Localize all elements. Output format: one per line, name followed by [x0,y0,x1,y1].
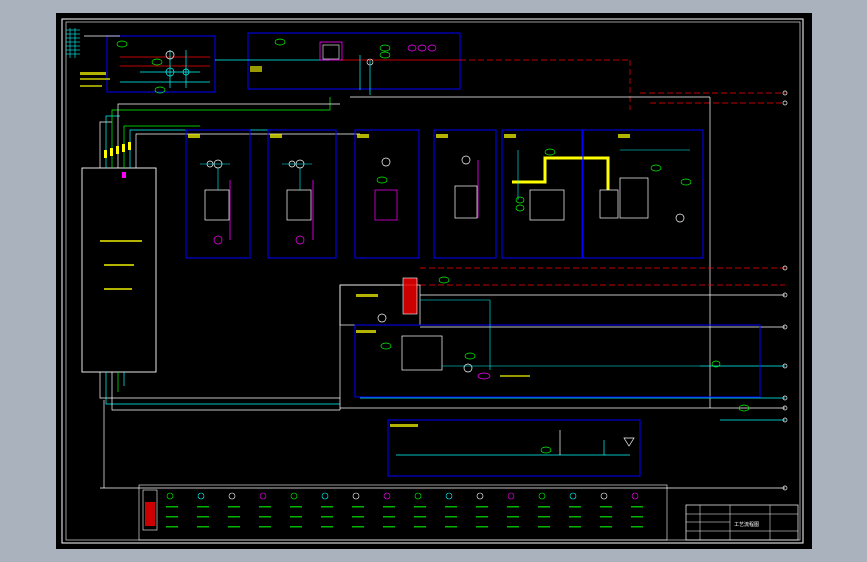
title-block-drawing-title: 工艺流程图 [734,521,759,528]
legend-symbol [445,492,457,528]
legend-symbol [290,492,302,528]
top-left-unit-symbols [116,40,190,94]
legend-symbol [228,492,240,528]
legend-symbol [569,492,581,528]
process-flow-diagram: 工艺流程图 [61,18,804,544]
tank-unit-6 [582,129,704,259]
bottom-unit [387,419,641,477]
legend-symbol [414,492,426,528]
left-margin-ticks [66,28,80,58]
control-cabinet [81,167,157,373]
legend-symbol [476,492,488,528]
right-edge-exit-lines [100,59,785,489]
legend-symbol [383,492,395,528]
top-middle-unit-box [247,32,461,90]
drawing-sheet: 工艺流程图 [56,13,812,549]
middle-equipment [339,276,761,412]
legend-symbol [321,492,333,528]
inner-frame [65,21,801,541]
legend-symbol [352,492,364,528]
legend-symbol [507,492,519,528]
top-left-unit-labels [80,72,110,87]
legend-symbol [631,492,643,528]
right-edge-terminals [782,90,788,491]
legend-symbol [197,492,209,528]
top-middle-unit-symbols [250,38,437,72]
cabinet-bus-markers [104,142,131,178]
title-block: 工艺流程图 [685,504,799,541]
outer-frame [61,18,804,544]
tank-unit-1 [185,129,251,259]
control-cabinet-text [100,240,142,290]
tank-unit-3 [354,129,420,259]
legend-symbol [166,492,178,528]
legend-symbol [259,492,271,528]
tank-unit-5 [501,129,610,259]
cad-viewport[interactable]: 工艺流程图 [0,0,867,562]
legend-strip [138,484,668,541]
legend-symbol [600,492,612,528]
tank-unit-4 [433,129,497,259]
tank-unit-2 [267,129,337,259]
top-left-unit-pipes [84,35,210,88]
legend-symbol [538,492,550,528]
